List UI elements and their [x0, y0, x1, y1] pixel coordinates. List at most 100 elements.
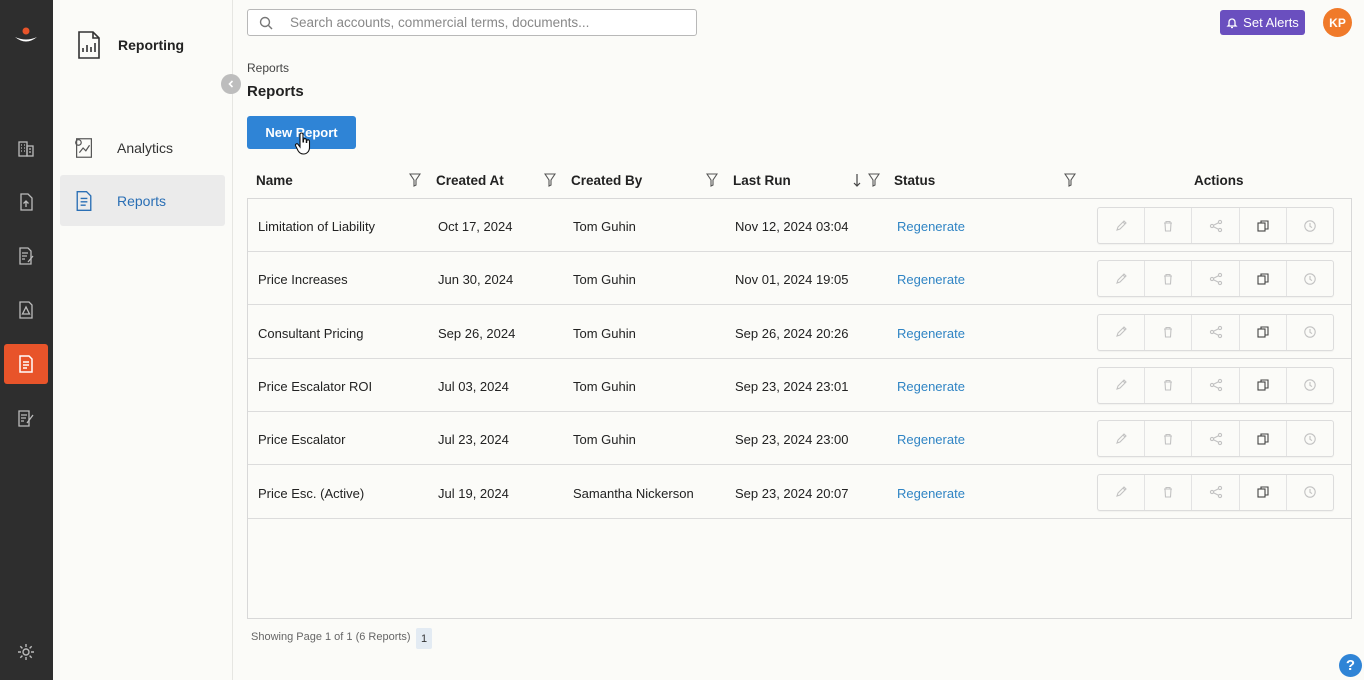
column-header-created-by[interactable]: Created By [571, 173, 642, 188]
share-button[interactable] [1192, 367, 1240, 403]
share-button[interactable] [1192, 474, 1240, 510]
delete-icon [1164, 220, 1173, 232]
share-icon [1209, 272, 1222, 285]
history-button[interactable] [1287, 368, 1333, 403]
copy-button[interactable] [1240, 367, 1287, 403]
table-row[interactable]: Consultant Pricing Sep 26, 2024 Tom Guhin S… [248, 306, 1351, 359]
delete-icon [1164, 273, 1173, 285]
created-by-cell: Tom Guhin [573, 272, 636, 288]
created-by-cell: Tom Guhin [573, 219, 636, 234]
table-row[interactable]: Price Esc. (Active) Jul 19, 2024 Samantha … [248, 466, 1351, 519]
report-name-cell: Limitation of Liability [258, 219, 376, 234]
edit-button[interactable] [1098, 367, 1146, 403]
history-button[interactable] [1287, 421, 1333, 456]
history-button[interactable] [1287, 261, 1333, 296]
edit-icon [1116, 432, 1127, 444]
filter-icon[interactable] [544, 173, 556, 187]
share-button[interactable] [1192, 314, 1240, 350]
history-icon [1304, 379, 1316, 392]
delete-button[interactable] [1145, 474, 1193, 510]
created-at-cell: Jul 23, 2024 [438, 432, 509, 448]
status-regenerate-link[interactable]: Regenerate [897, 379, 965, 394]
column-header-created-at[interactable]: Created At [436, 173, 504, 188]
set-alerts-button[interactable]: Set Alerts [1220, 10, 1305, 35]
delete-button[interactable] [1145, 421, 1193, 457]
delete-button[interactable] [1145, 367, 1193, 403]
filter-icon[interactable] [409, 173, 421, 187]
edit-button[interactable] [1098, 474, 1146, 510]
column-header-actions: Actions [1194, 173, 1244, 188]
filter-icon[interactable] [1064, 173, 1076, 187]
copy-button[interactable] [1240, 208, 1287, 243]
share-button[interactable] [1192, 208, 1240, 243]
created-by-cell: Tom Guhin [573, 325, 636, 341]
history-button[interactable] [1287, 475, 1333, 510]
delete-button[interactable] [1145, 208, 1193, 243]
rail-settings-icon[interactable] [4, 632, 48, 672]
report-name-cell: Price Escalator ROI [258, 378, 373, 394]
global-search[interactable] [247, 9, 697, 36]
share-button[interactable] [1192, 421, 1240, 457]
column-header-name[interactable]: Name [256, 173, 293, 188]
help-button[interactable]: ? [1339, 654, 1362, 677]
report-name-cell: Price Increases [258, 272, 348, 288]
edit-button[interactable] [1098, 314, 1146, 350]
edit-button[interactable] [1098, 261, 1146, 297]
last-run-cell: Nov 01, 2024 19:05 [735, 272, 849, 288]
sort-descending-icon[interactable] [851, 173, 863, 187]
share-icon [1209, 219, 1222, 232]
pagination-page-1[interactable]: 1 [416, 628, 432, 649]
copy-button[interactable] [1240, 474, 1287, 510]
chevron-left-icon [228, 80, 234, 88]
bell-icon [1226, 17, 1238, 28]
edit-button[interactable] [1098, 208, 1146, 243]
status-regenerate-link[interactable]: Regenerate [897, 326, 965, 341]
share-button[interactable] [1192, 261, 1240, 297]
table-row[interactable]: Limitation of Liability Oct 17, 2024 Tom G… [248, 199, 1351, 252]
rail-upload-icon[interactable] [4, 182, 48, 222]
column-header-status[interactable]: Status [894, 173, 935, 188]
table-row[interactable]: Price Increases Jun 30, 2024 Tom Guhin Nov … [248, 252, 1351, 306]
rail-buildings-icon[interactable] [4, 128, 48, 168]
report-name-cell: Price Esc. (Active) [258, 485, 365, 501]
status-regenerate-link[interactable]: Regenerate [897, 272, 965, 287]
copy-icon [1257, 433, 1269, 445]
sidebar-item-analytics[interactable]: Analytics [60, 122, 225, 173]
brand-logo-icon[interactable] [12, 24, 40, 48]
status-regenerate-link[interactable]: Regenerate [897, 432, 965, 447]
filter-icon[interactable] [868, 173, 880, 187]
delete-icon [1164, 380, 1173, 391]
rail-signature-icon[interactable] [4, 398, 48, 438]
share-icon [1209, 379, 1222, 392]
rail-reports-icon[interactable] [4, 344, 48, 384]
pagination-summary: Showing Page 1 of 1 (6 Reports) [251, 631, 411, 643]
analytics-icon [71, 135, 97, 161]
collapse-sidebar-button[interactable] [221, 74, 241, 94]
user-avatar[interactable]: KP [1323, 8, 1352, 37]
history-button[interactable] [1287, 315, 1333, 350]
sidebar-item-reports[interactable]: Reports [60, 175, 225, 226]
status-regenerate-link[interactable]: Regenerate [897, 486, 965, 501]
filter-icon[interactable] [706, 173, 718, 187]
copy-button[interactable] [1240, 421, 1287, 457]
rail-document-edit-icon[interactable] [4, 236, 48, 276]
search-icon [259, 16, 273, 29]
rail-document-alert-icon[interactable] [4, 290, 48, 330]
table-header: Name Created At Created By Last Run Stat… [247, 168, 1352, 198]
table-row[interactable]: Price Escalator Jul 23, 2024 Tom Guhin Sep … [248, 412, 1351, 466]
hand-cursor-icon [294, 132, 311, 155]
delete-button[interactable] [1145, 314, 1193, 350]
search-input[interactable] [290, 15, 670, 30]
copy-button[interactable] [1240, 261, 1287, 297]
last-run-cell: Sep 23, 2024 20:07 [735, 485, 849, 501]
status-regenerate-link[interactable]: Regenerate [897, 219, 965, 234]
copy-button[interactable] [1240, 314, 1287, 350]
edit-button[interactable] [1098, 421, 1146, 457]
delete-button[interactable] [1145, 261, 1193, 297]
table-row[interactable]: Price Escalator ROI Jul 03, 2024 Tom Guhin… [248, 359, 1351, 412]
column-header-last-run[interactable]: Last Run [733, 173, 791, 188]
row-actions [1097, 473, 1334, 511]
history-button[interactable] [1287, 208, 1333, 243]
edit-icon [1116, 486, 1127, 497]
breadcrumb[interactable]: Reports [247, 61, 289, 75]
